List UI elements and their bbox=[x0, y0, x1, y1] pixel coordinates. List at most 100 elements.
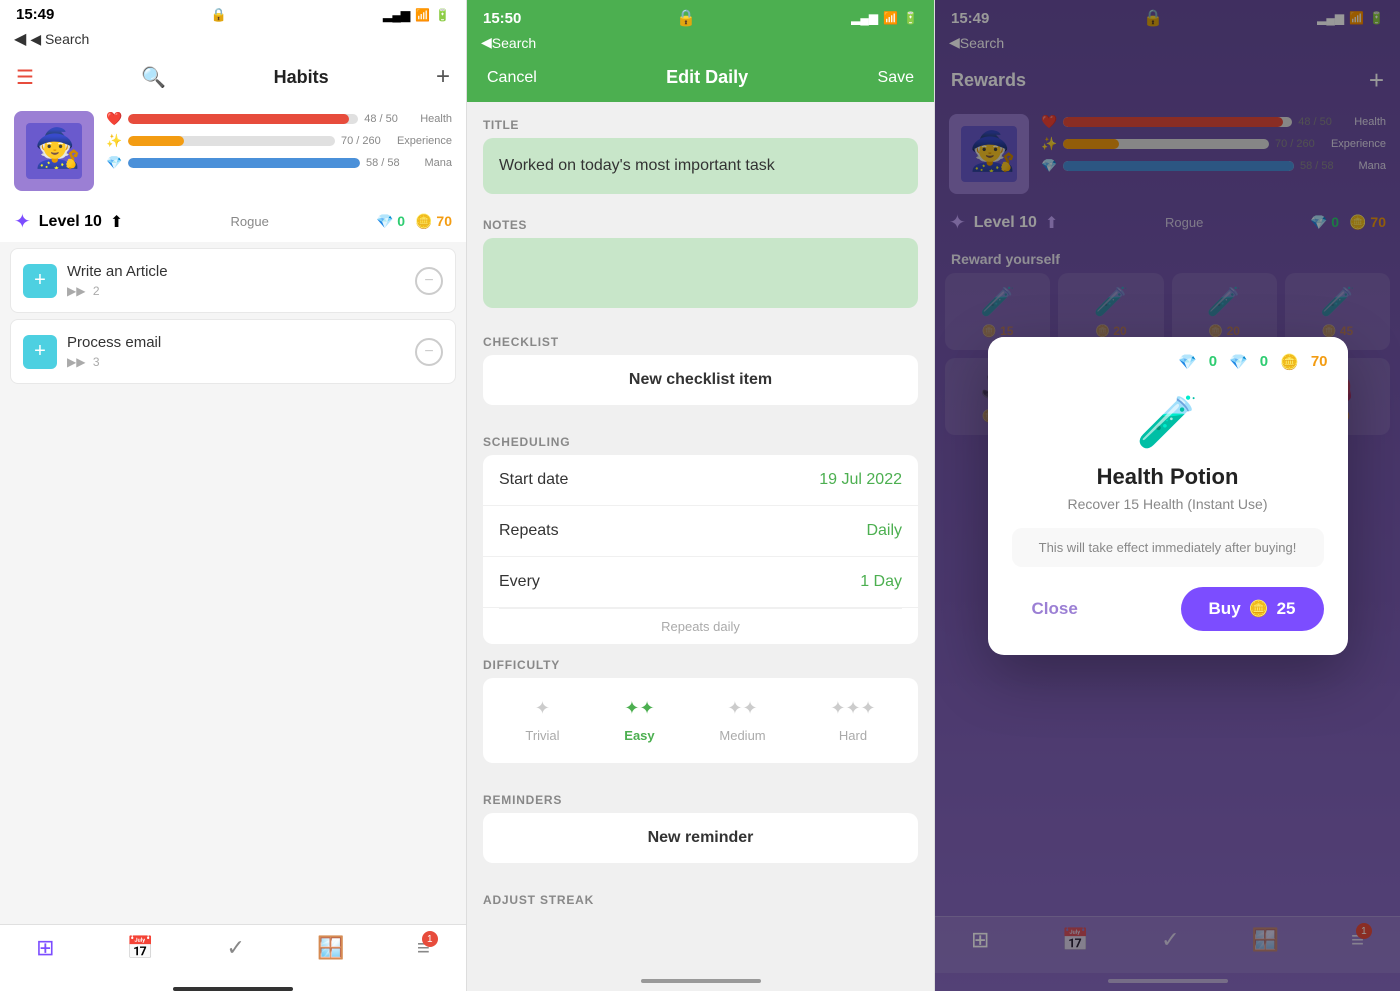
mana-value: 58 / 58 bbox=[366, 157, 416, 169]
exp-label: Experience bbox=[397, 135, 452, 147]
edit-status-icons: ▂▄▆ 📶 🔋 bbox=[851, 11, 918, 25]
repeats-note: Repeats daily bbox=[499, 608, 902, 644]
trivial-stars: ✦ bbox=[535, 698, 550, 720]
diff-trivial[interactable]: ✦ Trivial bbox=[525, 698, 559, 743]
habit-content-2: Process email ▶▶ 3 bbox=[67, 334, 405, 369]
level-icon-1: ✦ bbox=[14, 209, 31, 234]
character-section-1: ❤️ 48 / 50 Health ✨ 70 / 260 Experience … bbox=[0, 99, 466, 203]
edit-form-scroll[interactable]: Title Notes CHECKLIST New checklist item… bbox=[467, 102, 934, 973]
streak-spacer bbox=[467, 913, 934, 953]
edit-back-chevron: ◀ bbox=[481, 34, 492, 51]
medium-label: Medium bbox=[719, 728, 765, 743]
new-checklist-item-button[interactable]: New checklist item bbox=[483, 355, 918, 405]
buy-button[interactable]: Buy 🪙 25 bbox=[1181, 587, 1324, 631]
level-info-1: ✦ Level 10 ⬆ bbox=[14, 209, 123, 234]
habit-minus-btn-2[interactable]: − bbox=[415, 338, 443, 366]
start-date-label: Start date bbox=[499, 471, 568, 489]
exp-bar-container bbox=[128, 136, 335, 146]
modal-gold-count: 70 bbox=[1311, 353, 1328, 371]
nav-habits[interactable]: ⊞ bbox=[36, 935, 54, 961]
health-potion-modal: 💎 0 💎 0 🪙 70 🧪 Health Potion Recover 15 … bbox=[988, 337, 1348, 655]
level-badge-1: ⬆ bbox=[110, 212, 123, 232]
home-indicator-2 bbox=[641, 979, 761, 983]
gem-count-1: 💎 0 bbox=[376, 213, 405, 230]
notes-section: Notes bbox=[467, 202, 934, 321]
modal-actions: Close Buy 🪙 25 bbox=[1012, 587, 1324, 631]
edit-lock-icon: 🔒 bbox=[676, 8, 696, 28]
status-bar-1: 15:49 🔒 ▂▄▆ 📶 🔋 bbox=[0, 0, 466, 25]
close-button[interactable]: Close bbox=[1012, 589, 1098, 629]
save-button[interactable]: Save bbox=[878, 69, 914, 87]
title-field-label: Title bbox=[483, 118, 918, 132]
health-bar-container bbox=[128, 114, 358, 124]
every-row[interactable]: Every 1 Day bbox=[483, 557, 918, 608]
nav-todos[interactable]: ✓ bbox=[227, 935, 245, 961]
menu-icon-1[interactable]: ☰ bbox=[16, 65, 34, 90]
arrows-icon-1: ▶▶ bbox=[67, 284, 85, 298]
modal-body: 🧪 Health Potion Recover 15 Health (Insta… bbox=[988, 383, 1348, 655]
edit-back-label: Search bbox=[492, 35, 536, 51]
avatar-sprite-1 bbox=[26, 123, 82, 179]
modal-gem-icon: 💎 bbox=[1178, 353, 1197, 371]
exp-row: ✨ 70 / 260 Experience bbox=[106, 133, 452, 149]
modal-gem-val: 0 bbox=[1260, 353, 1268, 371]
title-section: Title bbox=[467, 102, 934, 202]
habit-item-2[interactable]: + Process email ▶▶ 3 − bbox=[10, 319, 456, 384]
habit-plus-btn-1[interactable]: + bbox=[23, 264, 57, 298]
add-habit-icon[interactable]: + bbox=[436, 63, 450, 91]
back-nav-1[interactable]: ◀ ◀ Search bbox=[0, 25, 466, 55]
buy-price: 25 bbox=[1277, 599, 1296, 619]
class-text-1: Rogue bbox=[230, 214, 268, 229]
nav-menu[interactable]: ≡ 1 bbox=[417, 935, 430, 961]
back-label-1: ◀ Search bbox=[30, 31, 89, 48]
modal-item-desc: Recover 15 Health (Instant Use) bbox=[1068, 496, 1268, 512]
title-input[interactable] bbox=[483, 138, 918, 194]
habit-item-1[interactable]: + Write an Article ▶▶ 2 − bbox=[10, 248, 456, 313]
habit-streak-1: ▶▶ 2 bbox=[67, 284, 405, 298]
habit-plus-btn-2[interactable]: + bbox=[23, 335, 57, 369]
edit-wifi-icon: 📶 bbox=[883, 11, 898, 25]
edit-back-nav[interactable]: ◀ Search bbox=[467, 32, 934, 57]
nav-dailies[interactable]: 📅 bbox=[127, 935, 154, 961]
bottom-nav-1: ⊞ 📅 ✓ 🪟 ≡ 1 bbox=[0, 924, 466, 981]
mana-row: 💎 58 / 58 Mana bbox=[106, 155, 452, 171]
level-text-1: Level 10 bbox=[39, 213, 102, 231]
edit-signal-icon: ▂▄▆ bbox=[851, 11, 878, 25]
health-row: ❤️ 48 / 50 Health bbox=[106, 111, 452, 127]
diff-easy[interactable]: ✦✦ Easy bbox=[624, 698, 654, 743]
mana-bar bbox=[128, 158, 360, 168]
cancel-button[interactable]: Cancel bbox=[487, 69, 537, 87]
notes-field-label: Notes bbox=[483, 218, 918, 232]
edit-daily-title: Edit Daily bbox=[666, 67, 748, 88]
adjust-streak-section-header: ADJUST STREAK bbox=[467, 879, 934, 913]
modal-gem-label: 💎 bbox=[1229, 353, 1248, 371]
exp-value: 70 / 260 bbox=[341, 135, 391, 147]
repeats-row[interactable]: Repeats Daily bbox=[483, 506, 918, 557]
exp-icon: ✨ bbox=[106, 133, 122, 149]
mana-label: Mana bbox=[422, 157, 452, 169]
search-icon-1[interactable]: 🔍 bbox=[141, 65, 166, 90]
habit-minus-btn-1[interactable]: − bbox=[415, 267, 443, 295]
start-date-row[interactable]: Start date 19 Jul 2022 bbox=[483, 455, 918, 506]
diff-hard[interactable]: ✦✦✦ Hard bbox=[830, 698, 875, 743]
diff-medium[interactable]: ✦✦ Medium bbox=[719, 698, 765, 743]
mana-icon: 💎 bbox=[106, 155, 122, 171]
home-indicator-1 bbox=[173, 987, 293, 991]
modal-item-icon: 🧪 bbox=[1136, 393, 1198, 452]
hard-stars: ✦✦✦ bbox=[830, 698, 875, 720]
stats-section-1: ❤️ 48 / 50 Health ✨ 70 / 260 Experience … bbox=[106, 111, 452, 191]
notes-textarea[interactable] bbox=[483, 238, 918, 308]
trivial-label: Trivial bbox=[525, 728, 559, 743]
edit-toolbar: Cancel Edit Daily Save bbox=[467, 57, 934, 102]
scheduling-card: Start date 19 Jul 2022 Repeats Daily Eve… bbox=[483, 455, 918, 644]
difficulty-options: ✦ Trivial ✦✦ Easy ✦✦ Medium ✦✦✦ Hard bbox=[493, 698, 908, 743]
currency-row-1: 💎 0 🪙 70 bbox=[376, 213, 452, 230]
edit-daily-panel: 15:50 🔒 ▂▄▆ 📶 🔋 ◀ Search Cancel Edit Dai… bbox=[467, 0, 934, 991]
repeats-label: Repeats bbox=[499, 522, 559, 540]
nav-inventory[interactable]: 🪟 bbox=[317, 935, 344, 961]
habit-title-1: Write an Article bbox=[67, 263, 405, 280]
every-label: Every bbox=[499, 573, 540, 591]
new-reminder-button[interactable]: New reminder bbox=[483, 813, 918, 863]
arrows-icon-2: ▶▶ bbox=[67, 355, 85, 369]
modal-overlay[interactable]: 💎 0 💎 0 🪙 70 🧪 Health Potion Recover 15 … bbox=[935, 0, 1400, 991]
